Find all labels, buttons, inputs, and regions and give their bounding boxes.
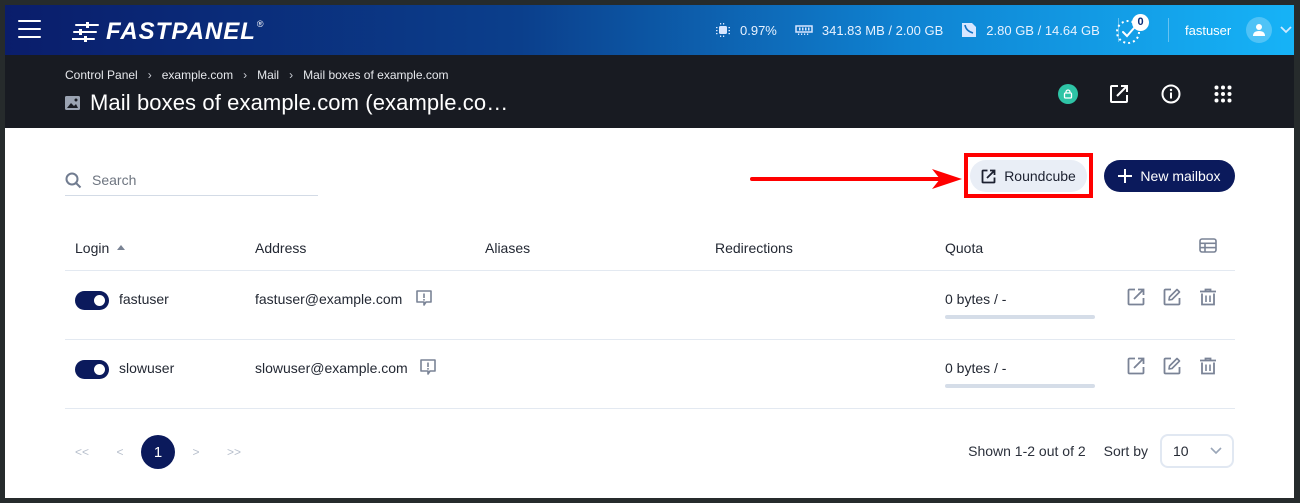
image-icon bbox=[65, 96, 80, 110]
apps-button[interactable] bbox=[1212, 83, 1234, 105]
header-actions bbox=[1058, 83, 1234, 105]
column-header-address: Address bbox=[255, 240, 307, 256]
breadcrumb-separator-icon: › bbox=[243, 68, 248, 82]
page-size-value: 10 bbox=[1173, 443, 1189, 459]
user-icon bbox=[1253, 24, 1266, 36]
mailbox-enabled-toggle[interactable] bbox=[75, 291, 109, 310]
plus-icon bbox=[1118, 169, 1133, 183]
mailbox-enabled-toggle[interactable] bbox=[75, 360, 109, 379]
mailbox-table: Login Address Aliases Redirections Quota… bbox=[65, 223, 1235, 409]
new-mailbox-label: New mailbox bbox=[1140, 168, 1221, 184]
pagination: << < 1 > >> bbox=[65, 435, 255, 469]
table-footer: Shown 1-2 out of 2 Sort by 10 bbox=[968, 434, 1234, 468]
cpu-stat: 0.97% bbox=[715, 22, 777, 38]
table-row: slowuser slowuser@example.com 0 bytes / … bbox=[65, 340, 1235, 409]
grid-dots-icon bbox=[1214, 85, 1232, 103]
server-stats: 0.97% 341.83 MB / 2.00 GB 2.80 GB / 14.6… bbox=[715, 5, 1119, 55]
roundcube-label: Roundcube bbox=[1004, 168, 1076, 184]
open-webmail-icon[interactable] bbox=[1127, 357, 1145, 375]
page-title-text: Mail boxes of example.com (example.co… bbox=[90, 90, 509, 115]
column-header-quota: Quota bbox=[945, 240, 984, 256]
page-title: Mail boxes of example.com (example.co… bbox=[65, 90, 508, 116]
disk-icon bbox=[962, 23, 977, 37]
table-columns-icon[interactable] bbox=[1199, 238, 1217, 253]
open-site-button[interactable] bbox=[1108, 83, 1130, 105]
annotation-arrow-icon bbox=[750, 169, 962, 189]
external-link-icon bbox=[1110, 85, 1128, 103]
new-mailbox-button[interactable]: New mailbox bbox=[1104, 160, 1235, 192]
logo[interactable]: FASTPANEL ® bbox=[72, 18, 264, 46]
divider bbox=[1168, 18, 1169, 42]
tasks-button[interactable]: 0 bbox=[1115, 13, 1149, 47]
ram-value: 341.83 MB / 2.00 GB bbox=[821, 22, 944, 38]
search-field bbox=[65, 165, 318, 196]
comment-alert-icon[interactable] bbox=[415, 289, 433, 307]
search-icon bbox=[65, 172, 82, 188]
address-cell: slowuser@example.com bbox=[255, 360, 408, 376]
column-header-login[interactable]: Login bbox=[75, 240, 126, 256]
sort-by-label: Sort by bbox=[1103, 443, 1148, 459]
column-header-aliases: Aliases bbox=[485, 240, 531, 256]
disk-stat: 2.80 GB / 14.64 GB bbox=[961, 22, 1100, 38]
comment-alert-icon[interactable] bbox=[419, 358, 437, 376]
login-cell: fastuser bbox=[119, 291, 169, 307]
first-page-button[interactable]: << bbox=[65, 435, 99, 469]
address-cell: fastuser@example.com bbox=[255, 291, 403, 307]
app-window: FASTPANEL ® 0.97% 341.83 MB / 2.00 GB 2.… bbox=[5, 5, 1294, 498]
sort-asc-icon bbox=[117, 244, 126, 250]
login-cell: slowuser bbox=[119, 360, 175, 376]
quota-cell: 0 bytes / - bbox=[945, 360, 1007, 376]
page-button-current[interactable]: 1 bbox=[141, 435, 175, 469]
top-bar: FASTPANEL ® 0.97% 341.83 MB / 2.00 GB 2.… bbox=[5, 5, 1294, 55]
disk-value: 2.80 GB / 14.64 GB bbox=[986, 22, 1100, 38]
breadcrumb-current: Mail boxes of example.com bbox=[303, 68, 449, 82]
menu-icon[interactable] bbox=[18, 20, 41, 40]
external-link-icon bbox=[981, 169, 996, 183]
shown-count: Shown 1-2 out of 2 bbox=[968, 443, 1086, 459]
breadcrumb-domain[interactable]: example.com bbox=[162, 68, 233, 82]
search-input[interactable] bbox=[92, 172, 292, 188]
prev-page-button[interactable]: < bbox=[103, 435, 137, 469]
cpu-icon bbox=[716, 23, 730, 37]
avatar bbox=[1246, 17, 1273, 43]
page-header: Control Panel › example.com › Mail › Mai… bbox=[5, 55, 1294, 128]
user-menu[interactable]: fastuser bbox=[1185, 5, 1292, 55]
breadcrumb-control-panel[interactable]: Control Panel bbox=[65, 68, 138, 82]
ssl-status-button[interactable] bbox=[1058, 84, 1078, 104]
table-row: fastuser fastuser@example.com 0 bytes / … bbox=[65, 271, 1235, 340]
chevron-down-icon bbox=[1280, 26, 1292, 34]
registered-mark: ® bbox=[256, 19, 264, 29]
tasks-badge: 0 bbox=[1132, 14, 1149, 31]
column-label: Login bbox=[75, 240, 110, 256]
breadcrumb: Control Panel › example.com › Mail › Mai… bbox=[65, 68, 449, 82]
page-size-select[interactable]: 10 bbox=[1160, 434, 1234, 468]
edit-icon[interactable] bbox=[1163, 288, 1181, 306]
brand-name: FASTPANEL bbox=[106, 18, 256, 45]
logo-sliders-icon bbox=[72, 22, 99, 42]
edit-icon[interactable] bbox=[1163, 357, 1181, 375]
column-header-redirections: Redirections bbox=[715, 240, 793, 256]
cpu-value: 0.97% bbox=[740, 22, 777, 38]
quota-cell: 0 bytes / - bbox=[945, 291, 1007, 307]
lock-icon bbox=[1063, 89, 1073, 99]
delete-icon[interactable] bbox=[1199, 288, 1217, 306]
breadcrumb-mail[interactable]: Mail bbox=[257, 68, 279, 82]
table-header: Login Address Aliases Redirections Quota bbox=[65, 223, 1235, 271]
quota-progress-bar bbox=[945, 315, 1095, 319]
username: fastuser bbox=[1185, 22, 1232, 38]
info-icon bbox=[1161, 84, 1181, 104]
delete-icon[interactable] bbox=[1199, 357, 1217, 375]
next-page-button[interactable]: > bbox=[179, 435, 213, 469]
quota-progress-bar bbox=[945, 384, 1095, 388]
ram-icon bbox=[795, 25, 813, 35]
roundcube-button[interactable]: Roundcube bbox=[970, 160, 1087, 192]
info-button[interactable] bbox=[1160, 83, 1182, 105]
chevron-down-icon bbox=[1210, 447, 1222, 455]
breadcrumb-separator-icon: › bbox=[289, 68, 294, 82]
ram-stat: 341.83 MB / 2.00 GB bbox=[795, 23, 943, 38]
breadcrumb-separator-icon: › bbox=[147, 68, 152, 82]
open-webmail-icon[interactable] bbox=[1127, 288, 1145, 306]
last-page-button[interactable]: >> bbox=[217, 435, 251, 469]
